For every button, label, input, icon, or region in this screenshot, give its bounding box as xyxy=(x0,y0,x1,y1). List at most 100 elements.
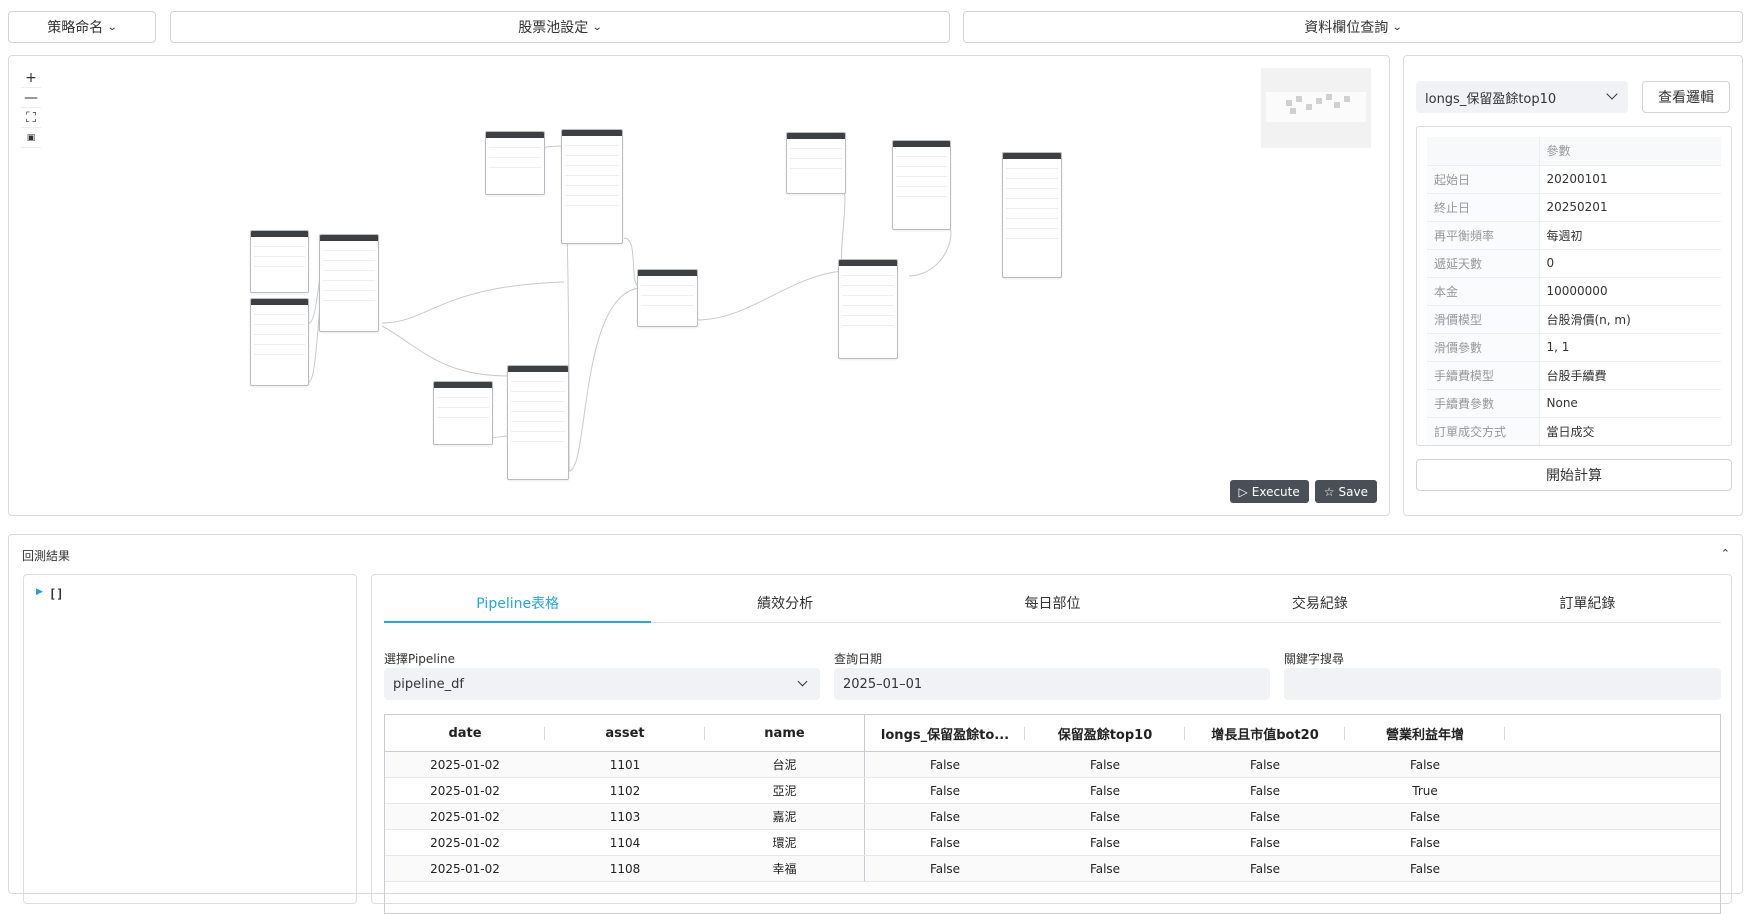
param-row: 手續費模型 台股手續費 xyxy=(1427,361,1721,390)
cell-op-income-yoy: True xyxy=(1412,783,1438,798)
tab-order-records[interactable]: 訂單紀錄 xyxy=(1454,583,1721,622)
param-key: 再平衡頻率 xyxy=(1427,221,1540,250)
chevron-down-icon xyxy=(797,676,808,687)
canvas-node[interactable] xyxy=(838,259,898,359)
table-row[interactable]: 2025-01-02 1102 亞泥 False False False Tru… xyxy=(385,778,1720,804)
param-row: 本金 10000000 xyxy=(1427,277,1721,306)
column-header-asset[interactable]: asset xyxy=(545,715,705,751)
param-key: 遞延天數 xyxy=(1427,249,1540,278)
cell-longs: False xyxy=(929,835,961,850)
grid-header: date asset name longs_保留盈餘to... 保留盈餘top1… xyxy=(385,715,1720,752)
param-row: 起始日 20200101 xyxy=(1427,165,1721,194)
cell-retained-top10: False xyxy=(1089,861,1121,876)
column-header-op-income-yoy[interactable]: 營業利益年增 xyxy=(1345,715,1505,751)
param-value: None xyxy=(1539,389,1721,418)
strategy-select[interactable]: longs_保留盈餘top10 xyxy=(1416,81,1628,113)
minimap-viewport xyxy=(1266,92,1366,122)
cell-asset: 1108 xyxy=(609,861,641,876)
param-key: 手續費模型 xyxy=(1427,361,1540,390)
canvas-node[interactable] xyxy=(507,365,569,480)
cell-date: 2025-01-02 xyxy=(430,809,500,824)
cell-growth-bot20: False xyxy=(1249,861,1281,876)
strategy-naming-dropdown[interactable]: 策略命名 ⌄ xyxy=(8,11,156,43)
stock-pool-settings-dropdown[interactable]: 股票池設定 ⌄ xyxy=(170,11,950,43)
tab-trade-records[interactable]: 交易紀錄 xyxy=(1186,583,1453,622)
keyword-search-input[interactable] xyxy=(1284,668,1721,700)
grid-body: 2025-01-02 1101 台泥 False False False Fal… xyxy=(385,752,1720,882)
column-header-growth-bot20[interactable]: 增長且市值bot20 xyxy=(1185,715,1345,751)
cell-retained-top10: False xyxy=(1089,757,1121,772)
zoom-out-icon[interactable]: — xyxy=(21,88,41,108)
canvas-node[interactable] xyxy=(319,234,379,332)
column-header-retained-top10[interactable]: 保留盈餘top10 xyxy=(1025,715,1185,751)
canvas-node[interactable] xyxy=(786,132,846,194)
fit-view-icon[interactable]: ⛶ xyxy=(21,108,41,128)
query-date-value: 2025–01–01 xyxy=(843,676,923,692)
cell-date: 2025-01-02 xyxy=(430,835,500,850)
column-header-name[interactable]: name xyxy=(705,715,865,751)
tab-daily-positions[interactable]: 每日部位 xyxy=(919,583,1186,622)
param-row: 再平衡頻率 每週初 xyxy=(1427,221,1721,250)
backtest-results-panel: 回測結果 ⌃ ▶ [] Pipeline表格 績效分析 每日部位 交易紀錄 訂單… xyxy=(8,534,1743,914)
save-label: Save xyxy=(1338,484,1368,499)
results-tabs-panel: Pipeline表格 績效分析 每日部位 交易紀錄 訂單紀錄 選擇Pipelin… xyxy=(371,574,1732,914)
zoom-in-icon[interactable]: + xyxy=(21,68,41,88)
param-value: 20250201 xyxy=(1539,193,1721,222)
canvas-node[interactable] xyxy=(433,381,493,445)
cell-op-income-yoy: False xyxy=(1409,861,1441,876)
canvas-node[interactable] xyxy=(892,140,951,230)
param-row: 手續費參數 None xyxy=(1427,389,1721,418)
param-value: 20200101 xyxy=(1539,165,1721,194)
keyword-search-label: 關鍵字搜尋 xyxy=(1284,652,1345,666)
pipeline-data-grid[interactable]: date asset name longs_保留盈餘to... 保留盈餘top1… xyxy=(384,714,1721,914)
tab-performance-analysis[interactable]: 績效分析 xyxy=(651,583,918,622)
canvas-node[interactable] xyxy=(1002,152,1062,278)
column-header-date[interactable]: date xyxy=(385,715,545,751)
strategy-panel: longs_保留盈餘top10 查看邏輯 參數 起始日 20200101 終止日 2… xyxy=(1403,55,1743,516)
pipeline-select[interactable]: pipeline_df xyxy=(384,668,820,700)
pipeline-canvas[interactable]: + — ⛶ ▣ ▷ Execute ☆ Save xyxy=(8,55,1390,516)
lock-icon[interactable]: ▣ xyxy=(21,128,41,148)
view-logic-button[interactable]: 查看邏輯 xyxy=(1642,81,1730,113)
json-value: [] xyxy=(49,587,64,601)
column-header-longs[interactable]: longs_保留盈餘to... xyxy=(865,715,1025,751)
table-row[interactable]: 2025-01-02 1104 環泥 False False False Fal… xyxy=(385,830,1720,856)
table-row[interactable]: 2025-01-02 1103 嘉泥 False False False Fal… xyxy=(385,804,1720,830)
param-row: 遞延天數 0 xyxy=(1427,249,1721,278)
canvas-node[interactable] xyxy=(637,269,698,327)
param-value: 台股手續費 xyxy=(1539,361,1721,390)
data-field-query-label: 資料欄位查詢 xyxy=(1304,20,1389,36)
execute-button[interactable]: ▷ Execute xyxy=(1229,480,1309,503)
top-bar: 策略命名 ⌄ 股票池設定 ⌄ 資料欄位查詢 ⌄ xyxy=(8,11,1743,43)
cell-name: 嘉泥 xyxy=(705,804,865,829)
param-table-container[interactable]: 參數 起始日 20200101 終止日 20250201 再平衡頻率 每週初 遞延天數… xyxy=(1416,126,1732,446)
minimap[interactable] xyxy=(1261,68,1371,148)
param-key: 手續費參數 xyxy=(1427,389,1540,418)
expand-caret-icon[interactable]: ▶ xyxy=(36,587,43,597)
canvas-node[interactable] xyxy=(485,131,545,195)
cell-date: 2025-01-02 xyxy=(430,783,500,798)
table-row[interactable]: 2025-01-02 1108 幸福 False False False Fal… xyxy=(385,856,1720,882)
start-calc-button[interactable]: 開始計算 xyxy=(1416,459,1732,491)
canvas-node[interactable] xyxy=(250,230,309,293)
cell-retained-top10: False xyxy=(1089,809,1121,824)
param-table-header: 參數 xyxy=(1427,137,1721,166)
cell-retained-top10: False xyxy=(1089,835,1121,850)
table-row[interactable]: 2025-01-02 1101 台泥 False False False Fal… xyxy=(385,752,1720,778)
canvas-node[interactable] xyxy=(561,129,623,244)
results-tabs: Pipeline表格 績效分析 每日部位 交易紀錄 訂單紀錄 xyxy=(384,583,1721,623)
canvas-node[interactable] xyxy=(250,298,309,386)
tab-pipeline-table[interactable]: Pipeline表格 xyxy=(384,583,652,623)
query-date-input[interactable]: 2025–01–01 xyxy=(834,668,1270,700)
data-field-query-dropdown[interactable]: 資料欄位查詢 ⌄ xyxy=(963,11,1743,43)
select-pipeline-label: 選擇Pipeline xyxy=(384,652,455,666)
param-value: 1, 1 xyxy=(1539,333,1721,362)
chevron-down-icon: ⌄ xyxy=(107,21,118,33)
param-key: 滑價參數 xyxy=(1427,333,1540,362)
play-icon: ▷ xyxy=(1238,484,1248,499)
json-viewer: ▶ [] xyxy=(23,574,357,904)
cell-growth-bot20: False xyxy=(1249,809,1281,824)
chevron-up-icon[interactable]: ⌃ xyxy=(1721,547,1730,560)
save-button[interactable]: ☆ Save xyxy=(1314,480,1377,503)
cell-date: 2025-01-02 xyxy=(430,757,500,772)
